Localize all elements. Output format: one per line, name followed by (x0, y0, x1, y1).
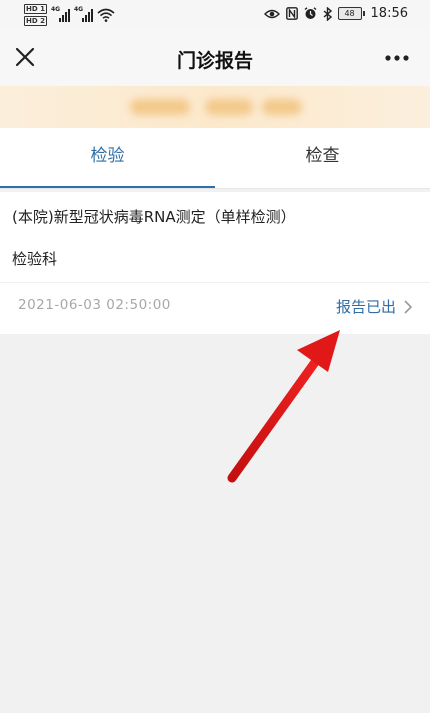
tab-lab-tests[interactable]: 检验 (0, 128, 215, 188)
nav-bar: 门诊报告 (0, 30, 430, 86)
status-bar-right: 48 18:56 (263, 6, 408, 21)
sim1-hd-badge: HD 1 (24, 4, 47, 14)
report-title: (本院)新型冠状病毒RNA测定（单样检测） (12, 208, 296, 226)
status-bar: HD 1 HD 2 4G 4G 48 18:56 (0, 0, 430, 30)
eye-icon (263, 9, 280, 18)
clock: 18:56 (370, 6, 408, 21)
more-icon[interactable] (384, 48, 410, 68)
status-bar-left: HD 1 HD 2 4G 4G (24, 4, 115, 26)
banner-blur-1 (130, 99, 190, 115)
report-status-link[interactable]: 报告已出 (336, 296, 396, 317)
blurred-banner (0, 86, 430, 128)
sim2-signal-icon: 4G (73, 6, 93, 22)
report-datetime: 2021-06-03 02:50:00 (18, 297, 171, 313)
banner-blur-3 (262, 99, 302, 115)
chevron-right-icon[interactable] (402, 298, 414, 316)
alarm-icon (304, 7, 316, 19)
nfc-icon (285, 7, 298, 20)
sim1-network-type: 4G (50, 6, 61, 13)
tab-examinations[interactable]: 检查 (215, 128, 430, 188)
battery-indicator: 48 (337, 7, 365, 20)
sim2-network-type: 4G (73, 6, 84, 13)
card-divider (0, 282, 430, 283)
wifi-icon (97, 8, 115, 22)
tab-bar: 检验 检查 (0, 128, 430, 189)
banner-blur-2 (205, 99, 253, 115)
sim2-hd-badge: HD 2 (24, 16, 47, 26)
report-department: 检验科 (12, 250, 58, 268)
battery-level: 48 (337, 7, 362, 20)
report-card[interactable]: (本院)新型冠状病毒RNA测定（单样检测） 检验科 2021-06-03 02:… (0, 192, 430, 334)
sim1-signal-icon: 4G (50, 6, 70, 22)
page-title: 门诊报告 (176, 50, 253, 72)
bluetooth-icon (323, 6, 332, 21)
